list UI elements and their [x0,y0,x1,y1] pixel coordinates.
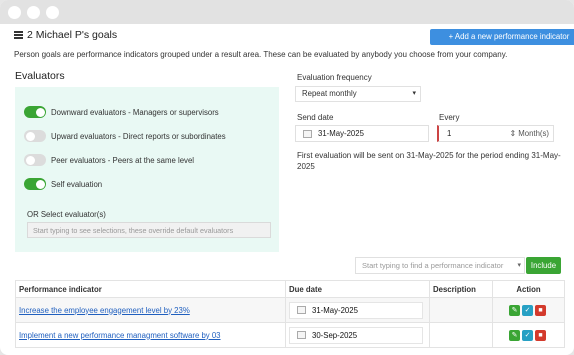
peer-toggle[interactable] [24,154,46,166]
evaluators-heading: Evaluators [15,70,65,82]
indicator-link[interactable]: Implement a new performance managment so… [19,331,221,340]
window-control-dot[interactable] [8,6,21,19]
first-evaluation-note: First evaluation will be sent on 31-May-… [297,151,561,171]
add-performance-indicator-button[interactable]: + Add a new performance indicator [430,29,574,45]
goals-panel: 2 Michael P's goals + Add a new performa… [10,24,574,355]
chevron-down-icon: ▾ [412,90,416,97]
performance-indicator-search[interactable]: Start typing to find a performance indic… [355,257,525,274]
edit-icon[interactable]: ✎ [509,304,520,316]
toggle-label: Downward evaluators - Managers or superv… [51,107,219,117]
self-toggle[interactable] [24,178,46,190]
toggle-label: Peer evaluators - Peers at the same leve… [51,155,195,165]
check-icon[interactable]: ✓ [522,329,533,341]
column-header: Description [429,280,493,298]
column-header: Performance indicator [15,280,286,298]
frequency-label: Evaluation frequency [297,73,372,82]
table-header-row: Performance indicator Due date Descripti… [15,280,565,298]
every-label: Every [439,113,460,122]
chevron-down-icon: ▾ [517,262,521,269]
description-cell [429,297,493,323]
search-placeholder: Start typing to find a performance indic… [362,261,504,270]
upward-toggle[interactable] [24,130,46,142]
send-date-input[interactable]: 31-May-2025 [295,125,429,142]
calendar-icon [297,306,306,315]
intro-text: Person goals are performance indicators … [14,50,508,59]
calendar-icon [297,331,306,340]
every-value: 1 [447,129,452,138]
select-evaluators-label: OR Select evaluator(s) [27,210,106,219]
due-date-input[interactable]: 31-May-2025 [289,301,423,319]
toggle-row-downward: Downward evaluators - Managers or superv… [24,106,219,118]
goals-list-icon [14,31,23,39]
calendar-icon [303,129,312,138]
table-row: Increase the employee engagement level b… [15,297,565,323]
table-row: Implement a new performance managment so… [15,322,565,348]
column-header: Due date [285,280,430,298]
edit-icon[interactable]: ✎ [509,329,520,341]
downward-toggle[interactable] [24,106,46,118]
toggle-label: Upward evaluators - Direct reports or su… [51,131,226,141]
frequency-select[interactable]: Repeat monthly ▾ [295,86,421,102]
page-title-text: 2 Michael P's goals [27,29,118,41]
every-stepper[interactable]: 1 ⇕ Month(s) [437,125,554,142]
performance-indicator-table: Performance indicator Due date Descripti… [15,280,565,348]
toggle-label: Self evaluation [51,179,103,189]
check-icon[interactable]: ✓ [522,304,533,316]
delete-icon[interactable]: ■ [535,329,546,341]
send-date-label: Send date [297,113,334,122]
window-control-dot[interactable] [46,6,59,19]
app-window: 2 Michael P's goals + Add a new performa… [0,0,574,355]
toggle-row-upward: Upward evaluators - Direct reports or su… [24,130,226,142]
evaluator-search-input[interactable]: Start typing to see selections, these ov… [27,222,271,238]
description-cell [429,322,493,348]
evaluators-panel: Downward evaluators - Managers or superv… [15,87,279,252]
every-unit: ⇕ Month(s) [509,129,549,138]
toggle-row-peer: Peer evaluators - Peers at the same leve… [24,154,194,166]
due-date-value: 30-Sep-2025 [312,330,358,340]
delete-icon[interactable]: ■ [535,304,546,316]
window-titlebar [0,0,574,24]
due-date-input[interactable]: 30-Sep-2025 [289,326,423,344]
frequency-value: Repeat monthly [302,89,357,98]
window-control-dot[interactable] [27,6,40,19]
toggle-row-self: Self evaluation [24,178,102,190]
send-date-value: 31-May-2025 [318,129,364,138]
stepper-arrows-icon[interactable]: ⇕ [510,129,517,138]
include-button[interactable]: Include [526,257,561,274]
page-title: 2 Michael P's goals [14,29,117,41]
due-date-value: 31-May-2025 [312,305,358,315]
column-header: Action [492,280,565,298]
indicator-link[interactable]: Increase the employee engagement level b… [19,306,190,315]
